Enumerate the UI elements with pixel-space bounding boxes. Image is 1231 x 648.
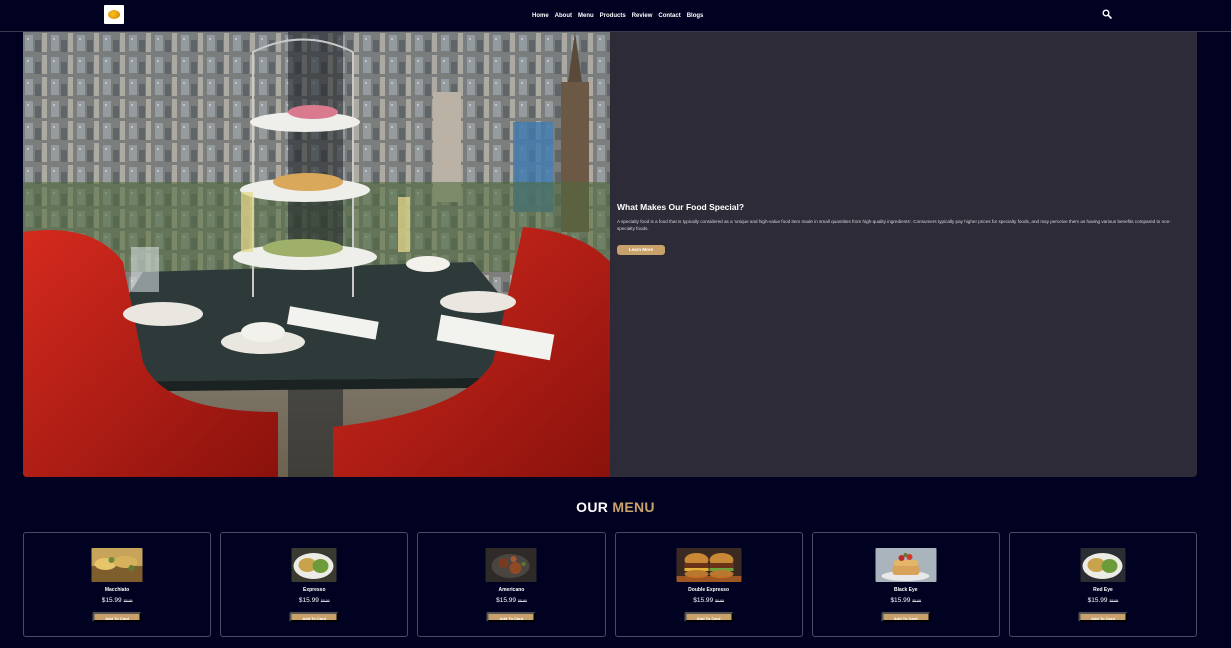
menu-title-white: OUR [576, 499, 609, 515]
menu-cards: Macchiato $15.99 $8.99 Add To Card Expres… [23, 532, 1198, 637]
price-current: $15.99 [693, 597, 714, 604]
nav-about[interactable]: About [555, 12, 572, 20]
menu-card: Expresso $15.99 $8.99 Add To Card [220, 532, 409, 637]
nav-review[interactable]: Review [632, 12, 653, 20]
food-image [1080, 548, 1126, 582]
item-name: Double Expresso [688, 587, 730, 593]
price-old: $8.99 [517, 599, 527, 603]
price-current: $15.99 [101, 597, 122, 604]
price-current: $15.99 [298, 597, 319, 604]
learn-more-button[interactable]: Learn More [617, 245, 665, 255]
add-to-card-button[interactable]: Add To Card [1078, 612, 1128, 622]
item-name: Black Eye [893, 587, 918, 593]
menu-title: OUR MENU [0, 499, 1231, 515]
main-nav: Home About Menu Products Review Contact … [532, 12, 703, 20]
item-name: Macchiato [104, 587, 130, 593]
food-image [875, 548, 937, 582]
item-price: $15.99 $8.99 [616, 597, 802, 604]
item-name: Expresso [303, 587, 326, 593]
price-current: $15.99 [1087, 597, 1108, 604]
hero-title: What Makes Our Food Special? [617, 202, 745, 212]
add-to-card-button[interactable]: Add To Card [684, 612, 734, 622]
hero-text: What Makes Our Food Special? A specialty… [617, 202, 1187, 256]
menu-card: Red Eye $15.99 $8.99 Add To Card [1008, 532, 1198, 637]
menu-card: Double Expresso $15.99 $8.99 Add To Card [614, 532, 803, 637]
header: Home About Menu Products Review Contact … [0, 0, 1231, 32]
add-to-card-button[interactable]: Add To Card [881, 612, 931, 622]
nav-contact[interactable]: Contact [658, 12, 680, 20]
item-name: Red Eye [1093, 587, 1113, 593]
search-icon[interactable] [1102, 9, 1112, 19]
food-image [291, 548, 337, 582]
food-image [485, 548, 537, 582]
nav-blogs[interactable]: Blogs [687, 12, 704, 20]
item-price: $15.99 $8.99 [1010, 597, 1196, 604]
price-current: $15.99 [890, 597, 911, 604]
menu-title-accent: MENU [612, 499, 655, 515]
menu-card: Macchiato $15.99 $8.99 Add To Card [23, 532, 212, 637]
logo[interactable] [104, 5, 124, 24]
hero-section: What Makes Our Food Special? A specialty… [23, 32, 1197, 477]
item-price: $15.99 $8.99 [418, 597, 604, 604]
item-price: $15.99 $8.99 [221, 597, 407, 604]
item-price: $15.99 $8.99 [813, 597, 999, 604]
item-name: Americano [498, 587, 525, 593]
logo-icon [108, 10, 120, 19]
menu-card: Americano $15.99 $8.99 Add To Card [417, 532, 606, 637]
add-to-card-button[interactable]: Add To Card [92, 612, 142, 622]
add-to-card-button[interactable]: Add To Card [289, 612, 339, 622]
price-old: $8.99 [123, 599, 133, 603]
food-image [91, 548, 143, 582]
price-old: $8.99 [1109, 599, 1119, 603]
price-old: $8.99 [715, 599, 724, 603]
price-old: $8.99 [912, 599, 922, 603]
menu-card: Black Eye $15.99 $8.99 Add To Card [811, 532, 1000, 637]
item-price: $15.99 $8.99 [24, 597, 210, 604]
nav-menu[interactable]: Menu [578, 12, 594, 20]
add-to-card-button[interactable]: Add To Card [486, 612, 536, 622]
hero-description: A specialty food is a food that is typic… [617, 219, 1171, 231]
price-current: $15.99 [496, 597, 516, 604]
food-image [676, 548, 742, 582]
hero-image [23, 32, 610, 477]
nav-home[interactable]: Home [532, 12, 549, 20]
nav-products[interactable]: Products [600, 12, 626, 20]
price-old: $8.99 [320, 599, 330, 603]
